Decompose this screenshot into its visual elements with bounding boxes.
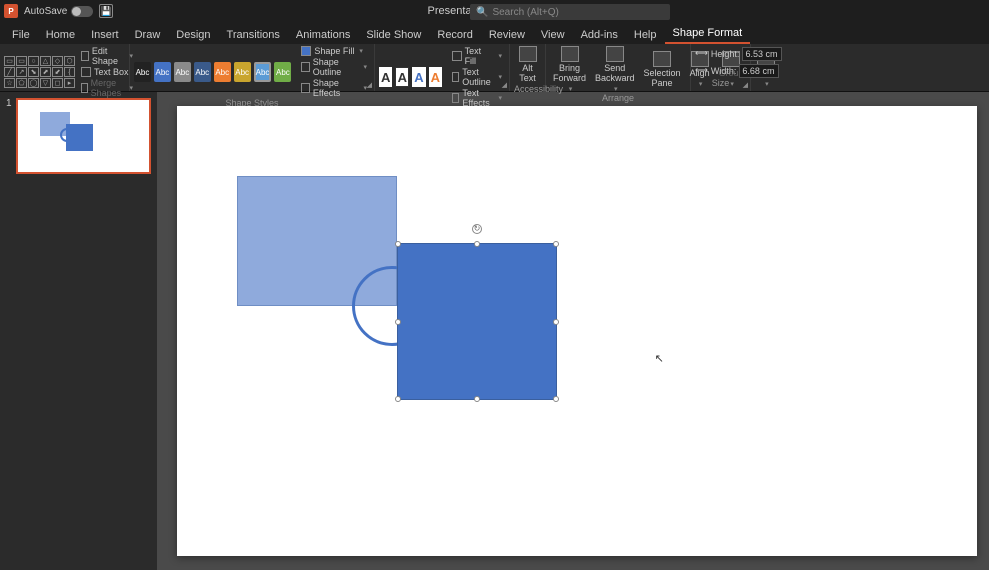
- handle-ne[interactable]: [553, 241, 559, 247]
- edit-shape-button[interactable]: Edit Shape▾: [78, 46, 136, 66]
- search-icon: 🔍: [476, 7, 488, 18]
- handle-n[interactable]: [474, 241, 480, 247]
- height-input[interactable]: [742, 47, 782, 61]
- style-swatch-1[interactable]: Abc: [134, 62, 151, 82]
- bring-forward-button[interactable]: Bring Forward▾: [550, 46, 589, 93]
- group-shape-styles: Abc Abc Abc Abc Abc Abc Abc Abc Shape Fi…: [130, 44, 375, 91]
- workspace: 1 ↖: [0, 92, 989, 570]
- mouse-cursor: ↖: [655, 352, 664, 365]
- height-icon: ⟷: [695, 48, 708, 59]
- group-label-size: Size: [695, 78, 746, 89]
- powerpoint-icon: P: [4, 4, 18, 18]
- alt-text-icon: [519, 46, 537, 62]
- text-outline-icon: [452, 72, 459, 82]
- merge-shapes-button[interactable]: Merge Shapes▾: [78, 78, 136, 98]
- group-arrange: Bring Forward▾ Send Backward▾ Selection …: [546, 44, 691, 91]
- wordart-swatch-4[interactable]: A: [429, 67, 442, 87]
- handle-e[interactable]: [553, 319, 559, 325]
- height-row: ⟷ Height:: [695, 47, 782, 61]
- height-label: Height:: [711, 49, 740, 59]
- wordart-swatch-1[interactable]: A: [379, 67, 392, 87]
- style-swatch-7[interactable]: Abc: [254, 62, 272, 82]
- text-box-button[interactable]: Text Box: [78, 67, 136, 77]
- tab-home[interactable]: Home: [38, 26, 83, 44]
- style-swatch-6[interactable]: Abc: [234, 62, 251, 82]
- width-row: ⟷ Width:: [695, 64, 779, 78]
- search-input[interactable]: 🔍 Search (Alt+Q): [470, 4, 670, 20]
- style-swatch-4[interactable]: Abc: [194, 62, 211, 82]
- tab-slideshow[interactable]: Slide Show: [358, 26, 429, 44]
- tab-draw[interactable]: Draw: [127, 26, 169, 44]
- send-backward-button[interactable]: Send Backward▾: [592, 46, 638, 93]
- rotation-handle[interactable]: [472, 224, 482, 234]
- shape-selected-rectangle[interactable]: [397, 243, 557, 400]
- width-icon: ⟷: [695, 65, 708, 76]
- shape-gallery[interactable]: ▭▭○△◇⬡ ╱↗⬊⬈⬋{ ☆⬠◯▽◻▸: [4, 56, 75, 88]
- ribbon-tabs: File Home Insert Draw Design Transitions…: [0, 22, 989, 44]
- selection-pane-icon: [653, 51, 671, 67]
- tab-review[interactable]: Review: [481, 26, 533, 44]
- edit-shape-icon: [81, 51, 89, 61]
- tab-help[interactable]: Help: [626, 26, 665, 44]
- alt-text-button[interactable]: Alt Text: [514, 46, 541, 84]
- tab-insert[interactable]: Insert: [83, 26, 127, 44]
- handle-sw[interactable]: [395, 396, 401, 402]
- tab-file[interactable]: File: [4, 26, 38, 44]
- tab-record[interactable]: Record: [429, 26, 480, 44]
- slide-editor[interactable]: ↖: [157, 92, 989, 570]
- style-swatch-5[interactable]: Abc: [214, 62, 231, 82]
- selection-pane-button[interactable]: Selection Pane: [641, 51, 684, 89]
- bring-forward-icon: [561, 46, 579, 62]
- ribbon: ▭▭○△◇⬡ ╱↗⬊⬈⬋{ ☆⬠◯▽◻▸ Edit Shape▾ Text Bo…: [0, 44, 989, 92]
- dialog-launcher-wordart[interactable]: ◢: [502, 81, 507, 89]
- autosave-label: AutoSave: [24, 6, 67, 17]
- tab-animations[interactable]: Animations: [288, 26, 358, 44]
- group-wordart-styles: A A A A Text Fill▾ Text Outline▾ Text Ef…: [375, 44, 510, 91]
- style-swatch-2[interactable]: Abc: [154, 62, 171, 82]
- slide-panel[interactable]: 1: [0, 92, 157, 570]
- style-swatch-8[interactable]: Abc: [274, 62, 291, 82]
- tab-design[interactable]: Design: [168, 26, 218, 44]
- save-icon[interactable]: 💾: [99, 4, 113, 18]
- tab-view[interactable]: View: [533, 26, 573, 44]
- fill-icon: [301, 46, 311, 56]
- text-fill-button[interactable]: Text Fill▾: [449, 46, 505, 66]
- outline-icon: [301, 62, 309, 72]
- tab-addins[interactable]: Add-ins: [573, 26, 626, 44]
- handle-s[interactable]: [474, 396, 480, 402]
- slide-thumbnail-1[interactable]: [16, 98, 151, 174]
- text-fill-icon: [452, 51, 462, 61]
- slide-canvas[interactable]: ↖: [177, 106, 977, 556]
- style-swatch-3[interactable]: Abc: [174, 62, 191, 82]
- width-input[interactable]: [739, 64, 779, 78]
- wordart-swatch-3[interactable]: A: [412, 67, 425, 87]
- slide-number: 1: [6, 98, 12, 174]
- send-backward-icon: [606, 46, 624, 62]
- shape-fill-button[interactable]: Shape Fill▾: [298, 46, 370, 56]
- tab-shape-format[interactable]: Shape Format: [665, 24, 751, 44]
- autosave-toggle[interactable]: AutoSave: [24, 6, 93, 17]
- shape-outline-button[interactable]: Shape Outline▾: [298, 57, 370, 77]
- dialog-launcher-shape-styles[interactable]: ◢: [367, 81, 372, 89]
- dialog-launcher-size[interactable]: ◢: [743, 81, 748, 89]
- text-outline-button[interactable]: Text Outline▾: [449, 67, 505, 87]
- wordart-swatch-2[interactable]: A: [395, 67, 409, 87]
- group-insert-shapes: ▭▭○△◇⬡ ╱↗⬊⬈⬋{ ☆⬠◯▽◻▸ Edit Shape▾ Text Bo…: [0, 44, 130, 91]
- thumb-rect-dark: [66, 124, 93, 151]
- handle-nw[interactable]: [395, 241, 401, 247]
- group-size: ⟷ Height: ⟷ Width: Size ◢: [691, 44, 751, 91]
- handle-w[interactable]: [395, 319, 401, 325]
- slide-thumbnail-wrap[interactable]: 1: [6, 98, 151, 174]
- tab-transitions[interactable]: Transitions: [219, 26, 288, 44]
- text-box-icon: [81, 67, 91, 77]
- width-label: Width:: [711, 66, 737, 76]
- search-placeholder: Search (Alt+Q): [492, 7, 558, 18]
- titlebar: P AutoSave 💾 Presentation1 - PowerPoint …: [0, 0, 989, 22]
- merge-shapes-icon: [81, 83, 88, 93]
- group-accessibility: Alt Text Accessibility: [510, 44, 546, 91]
- toggle-off-icon[interactable]: [71, 6, 93, 17]
- handle-se[interactable]: [553, 396, 559, 402]
